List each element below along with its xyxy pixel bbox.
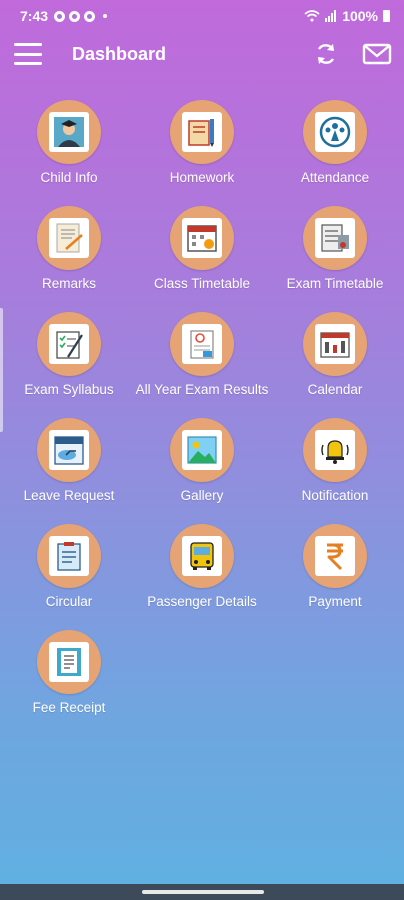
tile-icon-circle <box>37 630 101 694</box>
status-right: 100% <box>304 8 390 24</box>
tile-passenger-details[interactable]: Passenger Details <box>135 524 269 610</box>
app-notification-icon <box>84 10 96 22</box>
tile-icon-circle <box>303 418 367 482</box>
menu-hamburger-icon[interactable] <box>14 43 42 65</box>
tile-gallery[interactable]: Gallery <box>135 418 269 504</box>
tile-label: Fee Receipt <box>32 700 106 715</box>
tile-icon-circle <box>170 100 234 164</box>
tile-icon-circle <box>37 206 101 270</box>
tile-icon-circle <box>37 418 101 482</box>
signal-icon <box>325 10 337 22</box>
page-title: Dashboard <box>72 43 167 64</box>
tile-icon-circle <box>170 418 234 482</box>
tile-icon-circle <box>37 100 101 164</box>
tile-label: Notification <box>301 488 369 503</box>
tile-label: Homework <box>169 170 235 185</box>
tile-exam-timetable[interactable]: Exam Timetable <box>268 206 402 292</box>
tile-circular[interactable]: Circular <box>2 524 136 610</box>
tile-label: Exam Syllabus <box>24 382 114 397</box>
refresh-icon[interactable] <box>313 41 339 67</box>
battery-icon <box>383 10 390 22</box>
tile-calendar[interactable]: Calendar <box>268 312 402 398</box>
tile-label: Gallery <box>180 488 224 503</box>
exam-syllabus-icon <box>56 331 83 359</box>
tile-icon-circle <box>170 524 234 588</box>
skype-icon <box>69 10 81 22</box>
tile-label: Attendance <box>300 170 370 185</box>
gallery-icon <box>187 436 217 464</box>
exam-results-icon <box>190 330 214 359</box>
tile-all-year-exam-results[interactable]: All Year Exam Results <box>135 312 269 398</box>
tile-exam-syllabus[interactable]: Exam Syllabus <box>2 312 136 398</box>
tile-label: Child Info <box>40 170 98 185</box>
app-bar: Dashboard <box>0 32 404 76</box>
notification-bell-icon <box>321 440 349 464</box>
tile-label: Payment <box>308 594 362 609</box>
tile-label: Leave Request <box>23 488 115 503</box>
tile-icon-circle <box>37 312 101 376</box>
tile-label: Exam Timetable <box>286 276 384 291</box>
tile-label: Calendar <box>307 382 363 397</box>
attendance-icon <box>319 116 351 148</box>
leave-request-icon <box>54 436 84 465</box>
tile-icon-circle <box>303 206 367 270</box>
tile-icon-circle <box>303 524 367 588</box>
home-gesture-pill[interactable] <box>142 890 264 894</box>
tile-label: Passenger Details <box>147 594 257 609</box>
fee-receipt-icon <box>57 648 81 676</box>
tile-remarks[interactable]: Remarks <box>2 206 136 292</box>
tile-icon-circle <box>303 312 367 376</box>
tile-fee-receipt[interactable]: Fee Receipt <box>2 630 136 716</box>
mail-icon[interactable] <box>362 42 392 66</box>
system-nav-bar <box>0 884 404 900</box>
tile-icon-circle <box>170 206 234 270</box>
more-notifications-dot <box>103 14 108 18</box>
battery-percent: 100% <box>342 8 378 24</box>
tile-notification[interactable]: Notification <box>268 418 402 504</box>
tile-icon-circle <box>303 100 367 164</box>
rupee-icon <box>327 543 343 571</box>
status-left: 7:43 <box>20 8 108 24</box>
tile-label: All Year Exam Results <box>135 382 269 397</box>
tile-child-info[interactable]: Child Info <box>2 100 136 186</box>
circular-icon <box>57 542 81 571</box>
tile-class-timetable[interactable]: Class Timetable <box>135 206 269 292</box>
exam-timetable-icon <box>321 224 349 252</box>
wifi-icon <box>304 10 320 22</box>
tile-label: Circular <box>45 594 93 609</box>
tile-label: Class Timetable <box>153 276 251 291</box>
remarks-icon <box>56 223 83 253</box>
calendar-icon <box>320 332 350 358</box>
status-time: 7:43 <box>20 8 49 24</box>
status-bar: 7:43 100% <box>0 0 404 32</box>
class-timetable-icon <box>187 225 217 252</box>
tile-icon-circle <box>170 312 234 376</box>
tile-icon-circle <box>37 524 101 588</box>
tile-attendance[interactable]: Attendance <box>268 100 402 186</box>
child-info-icon <box>54 117 84 147</box>
tile-payment[interactable]: Payment <box>268 524 402 610</box>
tile-homework[interactable]: Homework <box>135 100 269 186</box>
skype-icon <box>54 10 66 22</box>
homework-icon <box>188 119 214 147</box>
tile-leave-request[interactable]: Leave Request <box>2 418 136 504</box>
bus-icon <box>190 542 214 570</box>
tile-label: Remarks <box>41 276 96 291</box>
